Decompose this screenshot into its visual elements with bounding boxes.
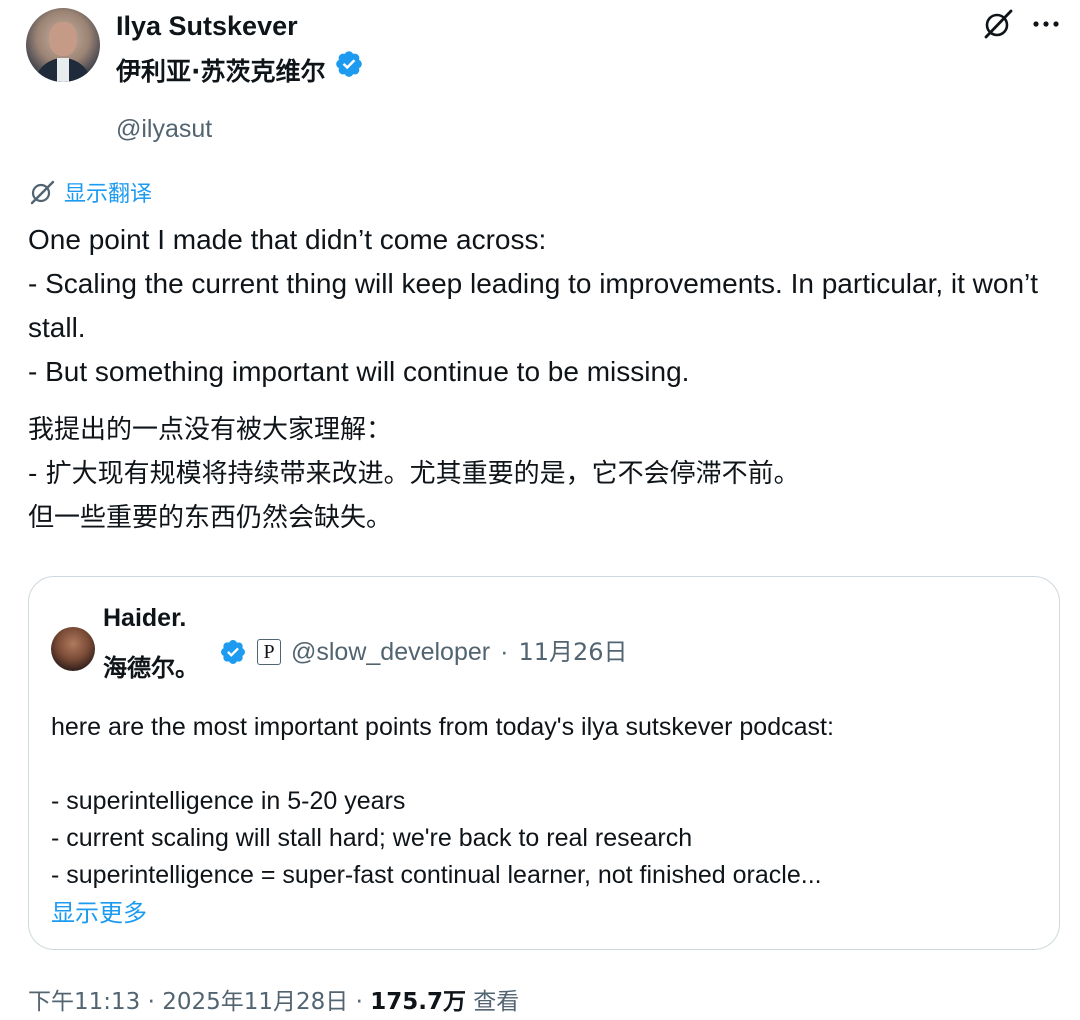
header-actions <box>980 6 1062 42</box>
tweet-line: - Scaling the current thing will keep le… <box>28 268 1039 343</box>
translation-line: - 扩大现有规模将持续带来改进。尤其重要的是，它不会停滞不前。 <box>28 459 800 489</box>
translation-line: 但一些重要的东西仍然会缺失。 <box>28 503 393 533</box>
verified-icon[interactable] <box>334 49 364 79</box>
tweet-footer: 下午11:13 · 2025年11月28日 · 175.7万 查看 <box>28 984 519 1020</box>
quoted-author-handle[interactable]: @slow_developer <box>291 635 490 669</box>
author-name[interactable]: Ilya Sutskever <box>116 8 298 44</box>
quoted-line: here are the most important points from … <box>51 713 834 741</box>
tweet-line: - But something important will continue … <box>28 356 690 387</box>
quoted-line: - superintelligence in 5-20 years <box>51 787 406 815</box>
author-name-translated[interactable]: 伊利亚·苏茨克维尔 <box>116 52 326 92</box>
quoted-text: here are the most important points from … <box>51 709 1031 894</box>
translate-icon <box>30 180 55 205</box>
author-avatar[interactable] <box>26 8 100 82</box>
tweet-line: One point I made that didn’t come across… <box>28 224 547 255</box>
translate-row[interactable]: 显示翻译 <box>28 176 152 208</box>
author-name-translated-row: 伊利亚·苏茨克维尔 <box>116 49 364 92</box>
author-handle[interactable]: @ilyasut <box>116 112 212 146</box>
translation-line: 我提出的一点没有被大家理解： <box>28 415 393 445</box>
show-translation-link[interactable]: 显示翻译 <box>64 176 152 208</box>
affiliate-badge: P <box>257 639 281 665</box>
view-count: 175.7万 <box>370 989 466 1015</box>
grok-icon[interactable] <box>980 6 1016 42</box>
quoted-author-name-translated[interactable]: 海德尔。 <box>103 651 199 685</box>
tweet-translation: 我提出的一点没有被大家理解： - 扩大现有规模将持续带来改进。尤其重要的是，它不… <box>28 408 1058 540</box>
views-label: 查看 <box>465 989 520 1015</box>
quoted-author-name[interactable]: Haider. <box>103 601 186 635</box>
quoted-line: - current scaling will stall hard; we're… <box>51 824 693 852</box>
quoted-date[interactable]: 11月26日 <box>518 635 627 669</box>
meta-separator: · <box>500 638 509 666</box>
show-more-link[interactable]: 显示更多 <box>51 893 147 928</box>
tweet-text: One point I made that didn’t come across… <box>28 218 1058 394</box>
quoted-line: - superintelligence = super-fast continu… <box>51 861 822 889</box>
quoted-meta: P @slow_developer · 11月26日 <box>219 635 628 669</box>
quoted-author-avatar[interactable] <box>51 627 95 671</box>
tweet-timestamp[interactable]: 下午11:13 · 2025年11月28日 · <box>28 989 370 1015</box>
more-icon[interactable] <box>1030 8 1062 40</box>
quoted-tweet[interactable]: Haider. 海德尔。 P @slow_developer · 11月26日 … <box>28 576 1060 950</box>
verified-icon <box>221 640 245 664</box>
